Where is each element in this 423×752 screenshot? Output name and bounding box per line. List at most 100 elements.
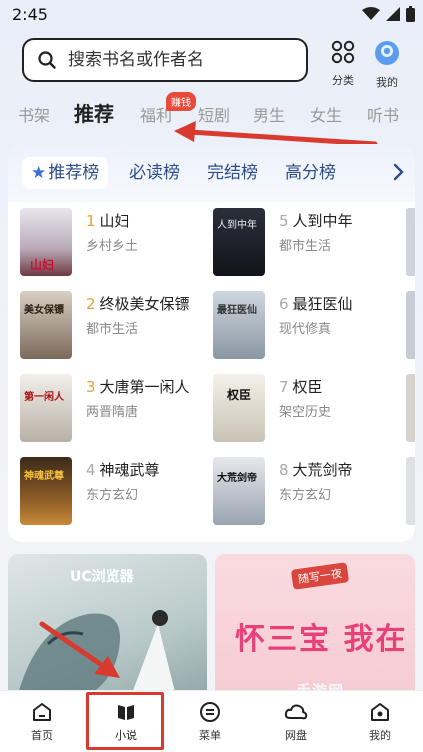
book-title: 2 终极美女保镖 (86, 293, 190, 314)
book-title: 5 人到中年 (279, 210, 353, 231)
rank-number: 1 (86, 212, 96, 230)
book-cover: 第一闲人 (20, 374, 72, 442)
book-genre: 现代修真 (279, 322, 332, 337)
category-button[interactable]: 分类 (323, 40, 363, 88)
next-column-peek (406, 291, 415, 359)
next-column-peek (406, 208, 415, 276)
book-name: 终极美女保镖 (99, 295, 190, 313)
status-time: 2:45 (12, 5, 48, 24)
nav-mine[interactable]: 我的 (350, 701, 410, 743)
book-cover: 大荒剑帝 (213, 457, 265, 525)
cover-title: 大荒剑帝 (217, 473, 257, 484)
nav-label: 网盘 (285, 729, 307, 742)
cover-title: 最狂医仙 (217, 305, 257, 316)
wifi-icon (362, 7, 380, 20)
rank-tab-recommend[interactable]: ★ 推荐榜 (22, 157, 109, 189)
nav-menu[interactable]: 菜单 (180, 701, 240, 743)
book-genre: 乡村乡土 (86, 239, 139, 254)
nav-label: 菜单 (199, 729, 221, 742)
avatar-icon (375, 41, 399, 65)
book-title: 6 最狂医仙 (279, 293, 353, 314)
search-box[interactable] (22, 38, 308, 82)
book-cover: 神魂武尊 (20, 457, 72, 525)
cloud-icon (284, 704, 308, 720)
search-icon (38, 51, 56, 69)
nav-home[interactable]: 首页 (12, 701, 72, 743)
rank-tab-completed[interactable]: 完结榜 (207, 157, 258, 189)
cover-title: 第一闲人 (24, 392, 64, 403)
book-item[interactable]: 权臣 7 权臣 架空历史 (213, 374, 403, 446)
annotation-arrow-icon (39, 621, 120, 678)
book-name: 大唐第一闲人 (99, 378, 190, 396)
cover-title: 山妇 (30, 258, 55, 272)
book-genre: 都市生活 (279, 239, 332, 254)
book-item[interactable]: 第一闲人 3 大唐第一闲人 两晋隋唐 (20, 374, 210, 446)
book-name: 最狂医仙 (292, 295, 353, 313)
user-home-icon (371, 703, 389, 721)
menu-icon (200, 702, 220, 722)
battery-icon (406, 6, 415, 22)
mine-button[interactable]: 我的 (367, 40, 407, 90)
tab-recommend[interactable]: 推荐 (74, 98, 114, 127)
book-title: 3 大唐第一闲人 (86, 376, 190, 397)
rank-tabs: ★ 推荐榜 必读榜 完结榜 高分榜 (8, 144, 415, 202)
cover-title: 人到中年 (217, 220, 257, 231)
book-item[interactable]: 最狂医仙 6 最狂医仙 现代修真 (213, 291, 403, 363)
next-column-peek (406, 457, 415, 525)
home-icon (33, 703, 51, 721)
book-title: 4 神魂武尊 (86, 459, 160, 480)
book-genre: 架空历史 (279, 405, 332, 420)
tab-bookshelf[interactable]: 书架 (18, 102, 50, 126)
next-column-peek (406, 374, 415, 442)
nav-label: 首页 (31, 729, 53, 742)
book-item[interactable]: 美女保镖 2 终极美女保镖 都市生活 (20, 291, 210, 363)
cover-title: 美女保镖 (24, 305, 64, 316)
mine-label: 我的 (376, 76, 398, 89)
grid-icon (331, 40, 355, 64)
annotation-highlight-box (86, 692, 164, 750)
book-genre: 东方玄幻 (279, 488, 332, 503)
book-name: 大荒剑帝 (292, 461, 353, 479)
star-icon: ★ (31, 163, 47, 183)
rank-number: 6 (279, 295, 289, 313)
book-item[interactable]: 人到中年 5 人到中年 都市生活 (213, 208, 403, 280)
book-title: 8 大荒剑帝 (279, 459, 353, 480)
book-title: 7 权臣 (279, 376, 323, 397)
earn-badge: 赚钱 (166, 92, 196, 111)
nav-cloud-drive[interactable]: 网盘 (266, 701, 326, 743)
rank-number: 8 (279, 461, 289, 479)
status-bar: 2:45 (0, 0, 423, 30)
category-label: 分类 (332, 74, 354, 87)
book-genre: 两晋隋唐 (86, 405, 139, 420)
book-cover: 最狂医仙 (213, 291, 265, 359)
chevron-right-icon[interactable] (392, 163, 404, 181)
book-item[interactable]: 大荒剑帝 8 大荒剑帝 东方玄幻 (213, 457, 403, 529)
book-item[interactable]: 神魂武尊 4 神魂武尊 东方玄幻 (20, 457, 210, 529)
book-cover: 美女保镖 (20, 291, 72, 359)
cover-title: 权臣 (227, 388, 252, 402)
rank-number: 7 (279, 378, 289, 396)
book-name: 神魂武尊 (99, 461, 160, 479)
book-name: 山妇 (99, 212, 130, 230)
uc-browser-logo: UC浏览器 (70, 569, 134, 585)
rank-tab-must-read[interactable]: 必读榜 (129, 157, 180, 189)
signal-icon (386, 7, 400, 21)
book-genre: 东方玄幻 (86, 488, 139, 503)
book-name: 权臣 (292, 378, 323, 396)
book-cover: 山妇 (20, 208, 72, 276)
book-item[interactable]: 山妇 1 山妇 乡村乡土 (20, 208, 210, 280)
rank-number: 2 (86, 295, 96, 313)
rank-number: 4 (86, 461, 96, 479)
rank-number: 3 (86, 378, 96, 396)
rank-number: 5 (279, 212, 289, 230)
nav-label: 我的 (369, 729, 391, 742)
book-cover: 权臣 (213, 374, 265, 442)
search-input[interactable] (68, 50, 278, 70)
rank-tab-high-score[interactable]: 高分榜 (285, 157, 336, 189)
book-name: 人到中年 (292, 212, 353, 230)
cover-title: 神魂武尊 (24, 471, 64, 482)
bottom-nav: 首页 小说 菜单 网盘 我的 (0, 690, 423, 752)
status-icons (362, 6, 415, 22)
banner-headline: 怀三宝 我在 (235, 622, 408, 657)
ranking-card: ★ 推荐榜 必读榜 完结榜 高分榜 山妇 1 山妇 乡村乡土 人到中年 5 人到中年 … (8, 144, 415, 542)
